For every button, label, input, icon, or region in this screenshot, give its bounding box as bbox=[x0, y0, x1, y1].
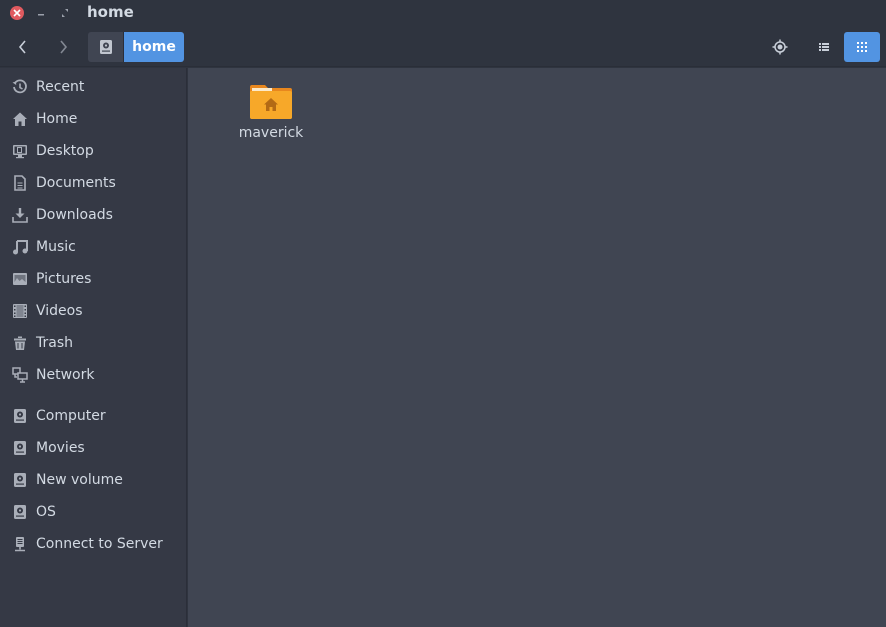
path-root-button[interactable] bbox=[88, 32, 124, 62]
sidebar-item-trash[interactable]: Trash bbox=[0, 327, 186, 359]
path-home-button[interactable]: home bbox=[124, 32, 184, 62]
music-icon bbox=[11, 238, 29, 256]
picture-icon bbox=[11, 270, 29, 288]
sidebar-item-label: Network bbox=[36, 367, 95, 383]
window-close-button[interactable] bbox=[10, 6, 24, 20]
window-minimize-button[interactable] bbox=[36, 5, 46, 19]
sidebar-item-desktop[interactable]: Desktop bbox=[0, 135, 186, 167]
drive-icon bbox=[11, 439, 29, 457]
recent-icon bbox=[11, 78, 29, 96]
sidebar-item-home[interactable]: Home bbox=[0, 103, 186, 135]
sidebar-item-label: Music bbox=[36, 239, 76, 255]
sidebar-item-label: Desktop bbox=[36, 143, 94, 159]
path-bar: home bbox=[88, 32, 184, 62]
header-bar: home home bbox=[0, 0, 886, 67]
sidebar-item-videos[interactable]: Videos bbox=[0, 295, 186, 327]
download-icon bbox=[11, 206, 29, 224]
sidebar-item-network[interactable]: Network bbox=[0, 359, 186, 391]
sidebar-item-pictures[interactable]: Pictures bbox=[0, 263, 186, 295]
sidebar-device-computer[interactable]: Computer bbox=[0, 400, 186, 432]
sidebar-device-movies[interactable]: Movies bbox=[0, 432, 186, 464]
drive-icon bbox=[99, 40, 112, 54]
sidebar-device-new-volume[interactable]: New volume bbox=[0, 464, 186, 496]
sidebar-item-label: Recent bbox=[36, 79, 85, 95]
list-view-button[interactable] bbox=[809, 32, 839, 62]
document-icon bbox=[11, 174, 29, 192]
sidebar-item-label: Computer bbox=[36, 408, 106, 424]
grid-icon bbox=[857, 42, 867, 52]
chevron-left-icon bbox=[18, 40, 26, 54]
maximize-icon bbox=[62, 9, 68, 17]
sidebar: Recent Home Desktop Documents Downloads … bbox=[0, 68, 187, 627]
grid-view-button[interactable] bbox=[844, 32, 880, 62]
drive-icon bbox=[11, 471, 29, 489]
sidebar-item-label: Movies bbox=[36, 440, 85, 456]
sidebar-item-downloads[interactable]: Downloads bbox=[0, 199, 186, 231]
sidebar-device-os[interactable]: OS bbox=[0, 496, 186, 528]
drive-icon bbox=[11, 407, 29, 425]
home-folder-icon bbox=[250, 85, 292, 119]
minimize-icon bbox=[38, 14, 44, 16]
back-button[interactable] bbox=[8, 33, 38, 61]
network-icon bbox=[11, 366, 29, 384]
chevron-right-icon bbox=[60, 40, 68, 54]
sidebar-item-label: Connect to Server bbox=[36, 536, 163, 552]
desktop-icon bbox=[11, 142, 29, 160]
home-icon bbox=[11, 110, 29, 128]
sidebar-item-label: Home bbox=[36, 111, 78, 127]
crosshair-icon bbox=[772, 39, 788, 55]
window-title: home bbox=[87, 3, 134, 21]
file-view: maverick bbox=[188, 68, 886, 627]
locate-button[interactable] bbox=[765, 32, 795, 62]
sidebar-item-music[interactable]: Music bbox=[0, 231, 186, 263]
sidebar-item-label: Trash bbox=[36, 335, 73, 351]
sidebar-item-recent[interactable]: Recent bbox=[0, 71, 186, 103]
server-icon bbox=[11, 535, 29, 553]
drive-icon bbox=[11, 503, 29, 521]
sidebar-item-label: Videos bbox=[36, 303, 83, 319]
sidebar-item-label: OS bbox=[36, 504, 56, 520]
sidebar-item-label: Pictures bbox=[36, 271, 92, 287]
forward-button[interactable] bbox=[48, 33, 78, 61]
sidebar-item-documents[interactable]: Documents bbox=[0, 167, 186, 199]
sidebar-item-label: New volume bbox=[36, 472, 123, 488]
close-icon bbox=[13, 9, 21, 17]
sidebar-item-label: Documents bbox=[36, 175, 116, 191]
sidebar-item-label: Downloads bbox=[36, 207, 113, 223]
file-name: maverick bbox=[238, 125, 304, 141]
list-icon bbox=[819, 43, 829, 51]
trash-icon bbox=[11, 334, 29, 352]
file-item[interactable]: maverick bbox=[233, 80, 309, 150]
sidebar-connect-to-server[interactable]: Connect to Server bbox=[0, 528, 186, 560]
video-icon bbox=[11, 302, 29, 320]
window-maximize-button[interactable] bbox=[59, 5, 71, 19]
